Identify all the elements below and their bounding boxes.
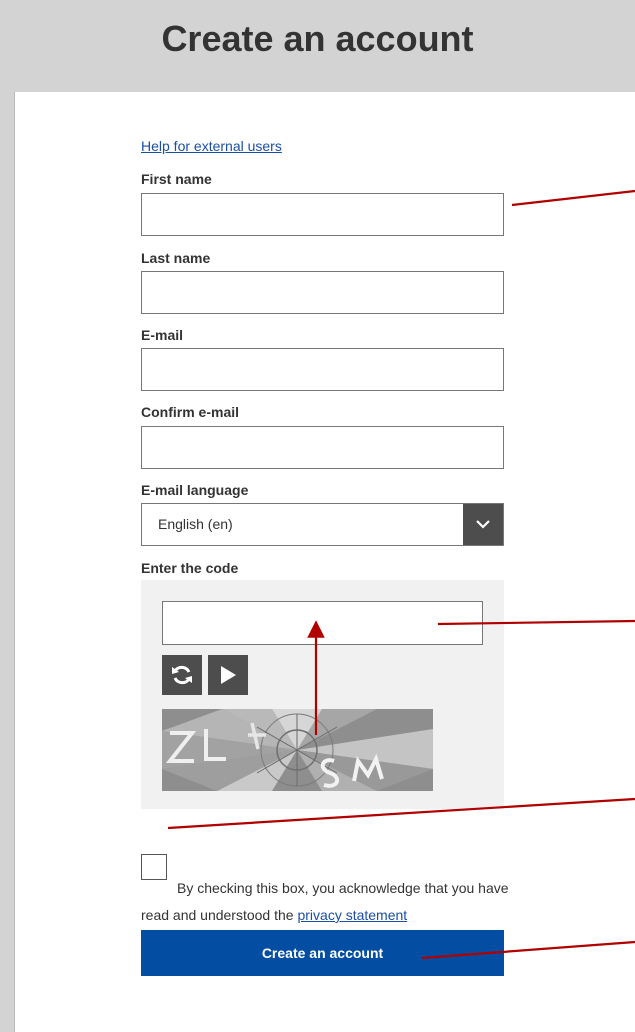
refresh-icon: [172, 665, 192, 685]
confirm-email-input[interactable]: [141, 426, 504, 469]
last-name-label: Last name: [141, 250, 211, 266]
consent-text: By checking this box, you acknowledge th…: [141, 875, 511, 929]
captcha-input[interactable]: [162, 601, 483, 645]
page-title: Create an account: [161, 18, 474, 59]
captcha-panel: [141, 580, 504, 809]
confirm-email-label: Confirm e-mail: [141, 404, 240, 420]
email-language-select[interactable]: English (en): [141, 503, 504, 546]
captcha-refresh-button[interactable]: [162, 655, 202, 695]
first-name-label: First name: [141, 171, 212, 187]
captcha-audio-button[interactable]: [208, 655, 248, 695]
play-icon: [221, 666, 236, 684]
captcha-pattern-icon: [162, 709, 433, 791]
help-link[interactable]: Help for external users: [141, 138, 282, 154]
email-label: E-mail: [141, 327, 184, 343]
last-name-input[interactable]: [141, 271, 504, 314]
email-language-value: English (en): [158, 516, 233, 532]
email-input[interactable]: [141, 348, 504, 391]
create-account-button[interactable]: Create an account: [141, 930, 504, 976]
first-name-input[interactable]: [141, 193, 504, 236]
chevron-down-icon: [476, 520, 490, 529]
captcha-image: [162, 709, 433, 791]
privacy-statement-link[interactable]: privacy statement: [297, 907, 407, 923]
captcha-label: Enter the code: [141, 560, 239, 576]
email-language-label: E-mail language: [141, 482, 249, 498]
select-toggle-button[interactable]: [463, 504, 503, 545]
